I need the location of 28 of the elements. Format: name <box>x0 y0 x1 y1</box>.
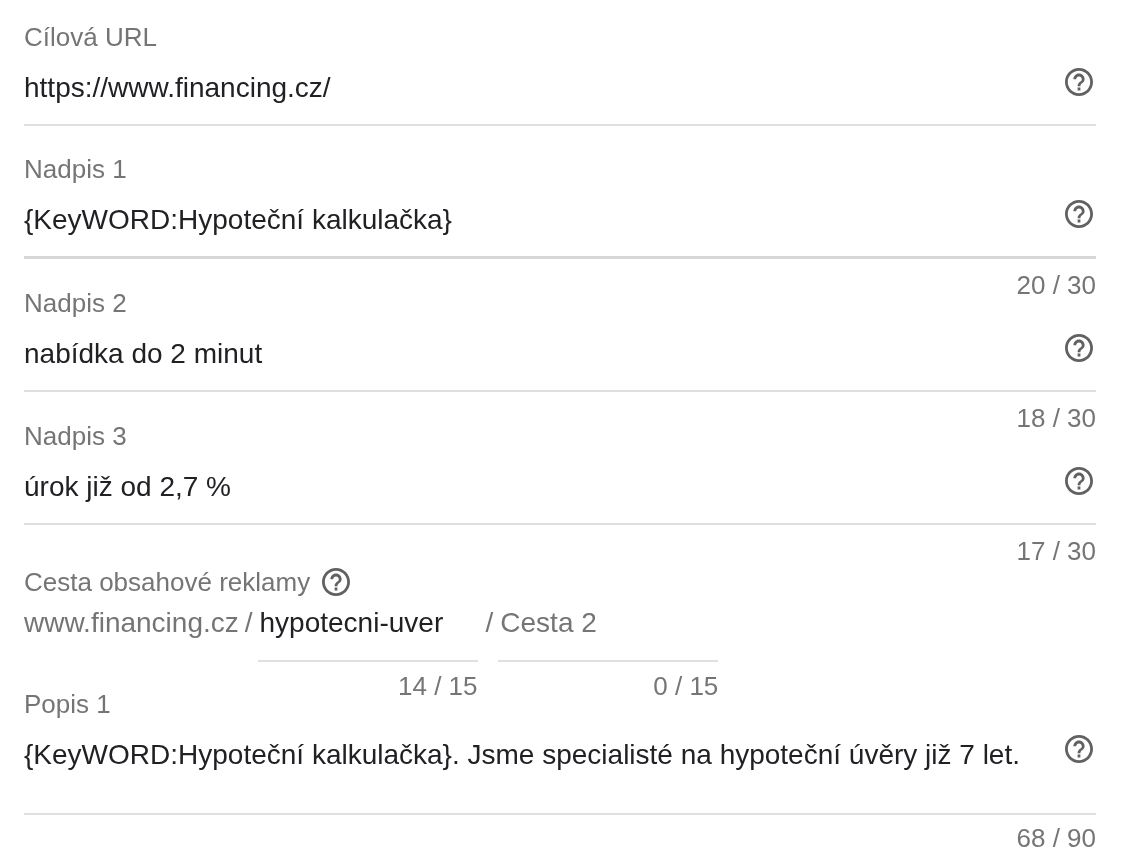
help-icon[interactable] <box>322 568 351 596</box>
text-field[interactable]: úrok již od 2,7 % <box>24 467 1096 525</box>
field-label: Nadpis 2 <box>24 289 128 317</box>
help-icon[interactable] <box>1065 735 1093 763</box>
character-counter: 20 / 30 <box>1016 271 1096 299</box>
text-field[interactable]: {KeyWORD:Hypoteční kalkulačka} <box>24 200 1096 259</box>
help-icon[interactable] <box>1065 200 1093 228</box>
field-label: Nadpis 3 <box>24 422 128 450</box>
text-field[interactable]: nabídka do 2 minut <box>24 334 1096 392</box>
field-label: Nadpis 1 <box>24 155 128 183</box>
help-icon[interactable] <box>1065 467 1093 495</box>
display-domain: www.financing.cz <box>24 606 239 640</box>
path-field[interactable]: hypotecni-uver <box>257 603 478 662</box>
field-label: Popis 1 <box>24 690 112 718</box>
path-separator: / <box>244 606 253 640</box>
character-counter: 17 / 30 <box>1016 537 1096 565</box>
path-field[interactable]: Cesta 2 <box>498 603 719 662</box>
character-counter: 18 / 30 <box>1016 404 1096 432</box>
character-counter: 14 / 15 <box>398 672 478 700</box>
field-label: Cesta obsahové reklamy <box>24 568 311 596</box>
character-counter: 68 / 90 <box>1016 824 1096 852</box>
text-field[interactable]: https://www.financing.cz/ <box>24 68 1096 126</box>
path-separator: / <box>485 606 494 640</box>
field-label: Cílová URL <box>24 23 158 51</box>
help-icon[interactable] <box>1065 68 1093 96</box>
character-counter: 0 / 15 <box>653 672 719 700</box>
text-field[interactable]: {KeyWORD:Hypoteční kalkulačka}. Jsme specialisté na hypoteční úvěry již 7 let. <box>24 735 1096 815</box>
help-icon[interactable] <box>1065 334 1093 362</box>
